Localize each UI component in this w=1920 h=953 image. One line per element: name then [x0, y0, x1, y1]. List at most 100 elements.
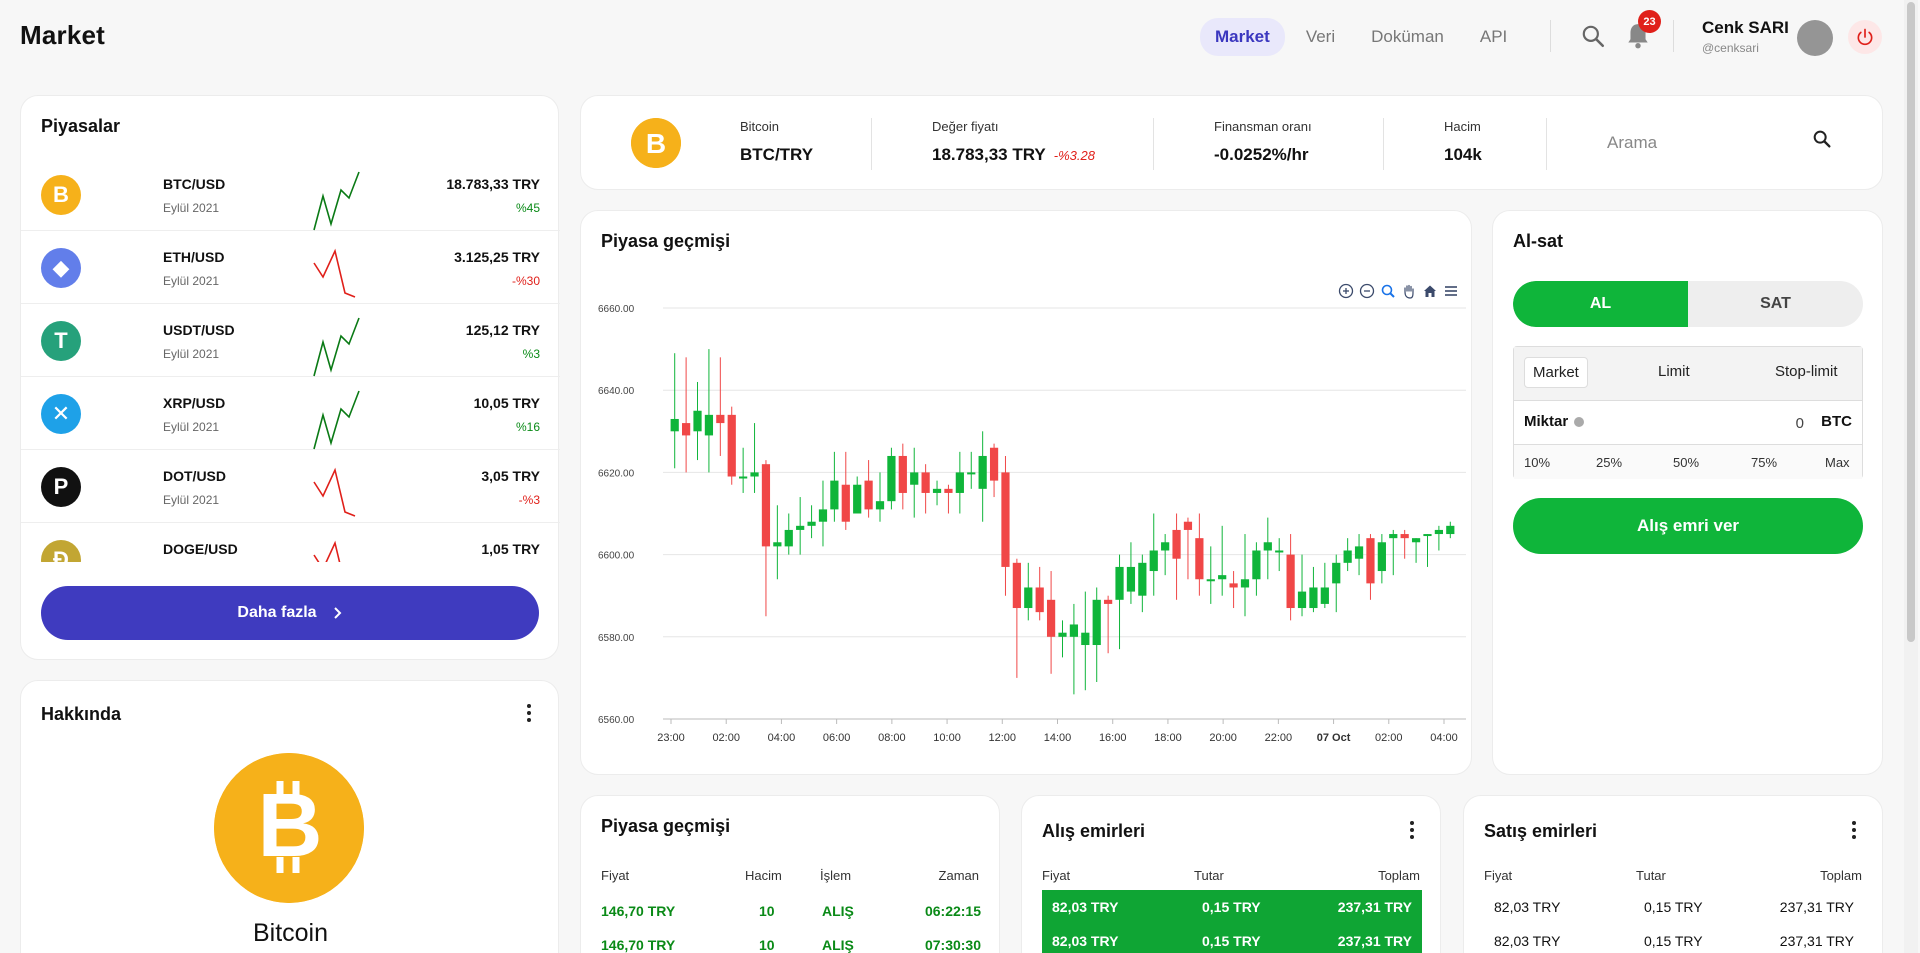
cell-volume: 10: [759, 937, 775, 953]
nav-api[interactable]: API: [1465, 18, 1522, 56]
more-options-icon[interactable]: [1844, 820, 1864, 840]
markets-title: Piyasalar: [41, 116, 121, 136]
column-header: Fiyat: [1484, 868, 1513, 883]
candle: [967, 472, 976, 475]
y-tick-label: 6640.00: [598, 386, 635, 397]
market-date: Eylül 2021: [163, 347, 220, 361]
about-card: Hakkında B Bitcoin: [20, 680, 559, 953]
table-row[interactable]: 82,03 TRY 0,15 TRY 237,31 TRY: [1484, 924, 1864, 953]
candle: [750, 472, 759, 477]
percent-10[interactable]: 10%: [1524, 455, 1550, 470]
nav-data[interactable]: Veri: [1291, 18, 1350, 56]
market-list[interactable]: B BTC/USD Eylül 2021 18.783,33 TRY %45 ◆ ETH/U…: [21, 158, 560, 562]
nav-docs[interactable]: Doküman: [1356, 18, 1459, 56]
ticker-card: B Bitcoin BTC/TRY Değer fiyatı 18.783,33…: [580, 95, 1883, 190]
ticker-price-label: Değer fiyatı: [932, 119, 999, 134]
cell-price: 82,03 TRY: [1052, 933, 1119, 949]
market-pair: XRP/USD: [163, 395, 226, 411]
chevron-right-icon: [333, 607, 341, 619]
divider: [1550, 20, 1551, 52]
x-tick-label: 22:00: [1265, 732, 1293, 744]
candle: [864, 480, 873, 510]
candle: [921, 472, 930, 493]
market-date: Eylül 2021: [163, 493, 220, 507]
cell-price: 82,03 TRY: [1494, 899, 1561, 915]
sparkline: [313, 317, 360, 377]
candle: [1434, 529, 1443, 535]
polkadot-icon: P: [41, 467, 81, 507]
about-coin-name: Bitcoin: [252, 919, 329, 947]
candle: [944, 488, 953, 493]
candle: [1172, 529, 1181, 559]
more-button[interactable]: Daha fazla: [41, 586, 539, 640]
nav-market[interactable]: Market: [1200, 18, 1285, 56]
column-header: Fiyat: [1042, 868, 1071, 883]
dogecoin-icon: Ð: [41, 540, 81, 562]
sparkline: [313, 540, 341, 562]
trade-card: Al-sat AL SAT Market Limit Stop-limit Mi…: [1492, 210, 1883, 775]
candle: [932, 488, 942, 493]
percent-max[interactable]: Max: [1825, 455, 1850, 470]
market-row[interactable]: ✕ XRP/USD Eylül 2021 10,05 TRY %16: [21, 377, 560, 450]
order-type-stop-limit[interactable]: Stop-limit: [1767, 357, 1846, 386]
more-options-icon[interactable]: [519, 703, 539, 723]
x-tick-label: 04:00: [768, 732, 796, 744]
avatar[interactable]: [1797, 20, 1833, 56]
candle: [1366, 538, 1375, 584]
table-row[interactable]: 82,03 TRY 0,15 TRY 237,31 TRY: [1042, 924, 1422, 953]
submit-buy-order-button[interactable]: Alış emri ver: [1513, 498, 1863, 554]
percent-25[interactable]: 25%: [1596, 455, 1622, 470]
candle: [1263, 542, 1272, 551]
candle: [1229, 583, 1238, 588]
market-row[interactable]: T USDT/USD Eylül 2021 125,12 TRY %3: [21, 304, 560, 377]
search-icon[interactable]: [1811, 128, 1833, 150]
logout-button[interactable]: [1848, 20, 1882, 54]
ticker-price-change: -%3.28: [1053, 148, 1095, 163]
candle: [1081, 632, 1090, 646]
market-row[interactable]: Ð DOGE/USD 1,05 TRY: [21, 523, 560, 562]
amount-label-text: Miktar: [1524, 413, 1569, 430]
market-change: %16: [515, 420, 540, 434]
market-date: Eylül 2021: [163, 201, 220, 215]
market-date: Eylül 2021: [163, 420, 220, 434]
cell-amount: 0,15 TRY: [1644, 899, 1703, 915]
scrollbar[interactable]: [1904, 0, 1918, 953]
candle: [1092, 599, 1101, 646]
more-options-icon[interactable]: [1402, 820, 1422, 840]
table-row[interactable]: 82,03 TRY 0,15 TRY 237,31 TRY: [1042, 890, 1422, 924]
cell-price: 82,03 TRY: [1494, 933, 1561, 949]
amount-input[interactable]: [1654, 411, 1804, 435]
tab-buy[interactable]: AL: [1513, 281, 1688, 327]
order-type-limit[interactable]: Limit: [1650, 357, 1698, 386]
table-row[interactable]: 82,03 TRY 0,15 TRY 237,31 TRY: [1484, 890, 1864, 924]
candle: [1104, 599, 1113, 604]
divider: [1383, 118, 1384, 170]
candle: [818, 509, 828, 522]
candle: [670, 418, 679, 432]
table-row: 146,70 TRY 10 ALIŞ 06:22:15: [601, 896, 981, 926]
candle: [796, 525, 805, 530]
candle: [1115, 566, 1124, 600]
info-icon[interactable]: [1574, 417, 1585, 428]
x-tick-label: 02:00: [712, 732, 740, 744]
candle: [910, 472, 919, 485]
percent-50[interactable]: 50%: [1673, 455, 1699, 470]
candlestick-chart[interactable]: 6660.00 6640.00 6620.00 6600.00 6580.00 6560.…: [581, 211, 1473, 776]
candle: [1411, 538, 1421, 543]
markets-card: Piyasalar B BTC/USD Eylül 2021 18.783,33 TR…: [20, 95, 560, 660]
percent-75[interactable]: 75%: [1751, 455, 1777, 470]
tab-sell[interactable]: SAT: [1688, 281, 1863, 327]
top-bar: Market Market Veri Doküman API 23 Cenk S…: [0, 0, 1900, 72]
ticker-search-input[interactable]: [1607, 126, 1807, 160]
scrollbar-thumb[interactable]: [1907, 2, 1915, 642]
tether-icon: T: [41, 321, 81, 361]
sparkline: [313, 248, 356, 298]
market-row[interactable]: ◆ ETH/USD Eylül 2021 3.125,25 TRY -%30: [21, 231, 560, 304]
search-icon[interactable]: [1580, 23, 1606, 49]
ethereum-icon: ◆: [41, 248, 81, 288]
order-type-market[interactable]: Market: [1524, 357, 1588, 388]
x-tick-label: 07 Oct: [1317, 732, 1351, 744]
market-row[interactable]: B BTC/USD Eylül 2021 18.783,33 TRY %45: [21, 158, 560, 231]
order-form: Market Limit Stop-limit Miktar BTC 10% 2…: [1513, 346, 1863, 479]
market-row[interactable]: P DOT/USD Eylül 2021 3,05 TRY -%3: [21, 450, 560, 523]
